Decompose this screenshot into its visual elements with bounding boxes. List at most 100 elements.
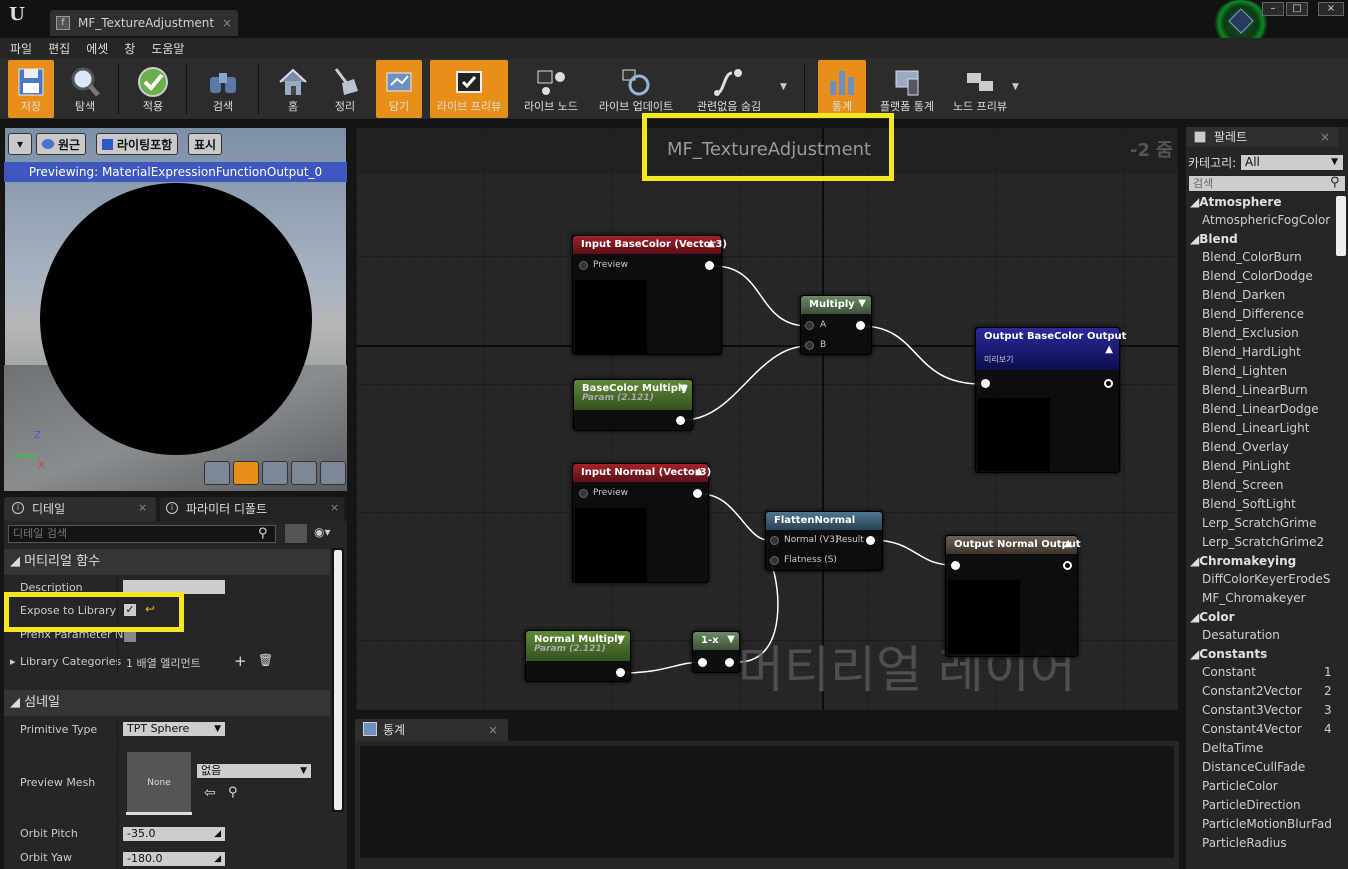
node-output-basecolor[interactable]: Output BaseColor Output ▲ 미리보기 <box>975 327 1126 473</box>
node-flatten-normal[interactable]: FlattenNormal Normal (V3) Result Flatnes… <box>765 511 883 571</box>
viewport-options-icon[interactable]: ▾ <box>8 133 32 155</box>
menu-asset[interactable]: 에셋 <box>86 40 108 57</box>
live-update-button[interactable]: 라이브 업데이트 <box>594 60 678 118</box>
palette-item[interactable]: Constant4Vector <box>1202 722 1302 736</box>
section-thumbnail[interactable]: ◢ 섬네일 <box>4 690 330 716</box>
palette-item[interactable]: Desaturation <box>1202 628 1280 642</box>
collapse-arrow-icon[interactable]: ▲ <box>695 466 703 477</box>
tab-parameter-defaults[interactable]: 파라미터 디폴트 <box>160 497 344 521</box>
search-button[interactable]: 검색 <box>196 60 250 118</box>
palette-item[interactable]: Constant2Vector <box>1202 684 1302 698</box>
cylinder-shape-icon[interactable] <box>204 461 230 485</box>
close-stats-tab-icon[interactable]: × <box>488 719 498 741</box>
teapot-shape-icon[interactable] <box>320 461 346 485</box>
palette-item[interactable]: Blend_Exclusion <box>1202 326 1299 340</box>
menu-file[interactable]: 파일 <box>10 40 32 57</box>
palette-item[interactable]: Constant <box>1202 665 1256 679</box>
palette-item[interactable]: Blend_Lighten <box>1202 364 1287 378</box>
use-selected-arrow-icon[interactable]: ⇦ <box>204 785 216 801</box>
palette-group-constants[interactable]: ◢Constants <box>1190 647 1267 661</box>
palette-item[interactable]: Blend_Overlay <box>1202 440 1289 454</box>
palette-item[interactable]: ParticleRadius <box>1202 836 1287 850</box>
close-params-tab-icon[interactable]: × <box>330 501 339 514</box>
cube-shape-icon[interactable] <box>291 461 317 485</box>
palette-scrollbar-thumb[interactable] <box>1336 196 1346 256</box>
tab-stats[interactable]: 통계 × <box>355 719 508 741</box>
palette-item[interactable]: Blend_ColorBurn <box>1202 250 1302 264</box>
live-nodes-button[interactable]: 라이브 노드 <box>516 60 586 118</box>
mesh-thumbnail[interactable]: None <box>126 751 192 815</box>
category-select[interactable]: All ▼ <box>1240 154 1344 171</box>
close-palette-tab-icon[interactable]: × <box>1320 127 1330 147</box>
tab-details[interactable]: 디테일 <box>4 497 156 521</box>
node-normal-multiply[interactable]: Normal Multiply ▼ Param (2.121) <box>525 630 631 682</box>
home-button[interactable]: 홈 <box>270 60 316 118</box>
collapse-arrow-icon[interactable]: ▲ <box>1064 538 1072 549</box>
collapse-arrow-icon[interactable]: ▲ <box>707 238 715 249</box>
live-preview-button[interactable]: 라이브 프리뷰 <box>430 60 508 118</box>
palette-item[interactable]: Blend_Darken <box>1202 288 1285 302</box>
palette-item[interactable]: Blend_HardLight <box>1202 345 1301 359</box>
platform-stats-button[interactable]: 플랫폼 통계 <box>874 60 940 118</box>
stats-button[interactable]: 통계 <box>818 60 866 118</box>
details-search-input[interactable]: 디테일 검색 <box>8 525 276 543</box>
collapse-arrow-icon[interactable]: ▼ <box>727 634 735 645</box>
perspective-button[interactable]: 원근 <box>36 133 87 155</box>
node-preview-dropdown-icon[interactable]: ▼ <box>1012 82 1019 92</box>
sphere-shape-icon[interactable] <box>233 461 259 485</box>
node-basecolor-multiply[interactable]: BaseColor Multiply ▼ Param (2.121) <box>573 379 693 431</box>
trash-icon[interactable]: 🗑 <box>258 653 273 667</box>
menu-help[interactable]: 도움말 <box>151 40 184 57</box>
node-one-minus[interactable]: 1-x ▼ <box>692 631 740 673</box>
menu-window[interactable]: 창 <box>124 40 135 57</box>
palette-item[interactable]: Blend_LinearBurn <box>1202 383 1308 397</box>
palette-item[interactable]: Blend_Difference <box>1202 307 1304 321</box>
palette-item[interactable]: Lerp_ScratchGrime <box>1202 516 1316 530</box>
minimize-button[interactable]: – <box>1262 2 1284 16</box>
node-multiply[interactable]: Multiply ▼ A B <box>800 295 872 355</box>
collapse-arrow-icon[interactable]: ▼ <box>679 383 687 394</box>
close-tab-icon[interactable]: × <box>222 16 232 30</box>
palette-item[interactable]: Blend_LinearDodge <box>1202 402 1319 416</box>
add-element-icon[interactable]: + <box>234 652 247 670</box>
browse-button[interactable]: 탐색 <box>60 60 110 118</box>
show-button[interactable]: 표시 <box>188 133 223 155</box>
palette-item[interactable]: MF_Chromakeyer <box>1202 591 1306 605</box>
output-pin[interactable] <box>705 261 714 270</box>
palette-item[interactable]: Lerp_ScratchGrime2 <box>1202 535 1324 549</box>
browse-mesh-icon[interactable]: ⚲ <box>228 785 238 800</box>
details-scrollbar-track[interactable] <box>332 548 344 812</box>
node-preview-button[interactable]: 노드 프리뷰 <box>946 60 1014 118</box>
primitive-type-select[interactable]: TPT Sphere ▼ <box>122 721 226 737</box>
node-output-normal[interactable]: Output Normal Output ▲ <box>945 535 1081 657</box>
palette-item[interactable]: ParticleMotionBlurFad <box>1202 817 1332 831</box>
more-dropdown-icon[interactable]: ▼ <box>780 82 787 92</box>
hide-unrelated-button[interactable]: 담기 <box>376 60 422 118</box>
palette-item[interactable]: Blend_SoftLight <box>1202 497 1296 511</box>
palette-item[interactable]: AtmosphericFogColor <box>1202 213 1330 227</box>
palette-group-blend[interactable]: ◢Blend <box>1190 232 1238 246</box>
clean-up-button[interactable]: 정리 <box>322 60 368 118</box>
eye-visibility-icon[interactable]: ◉▾ <box>314 525 331 539</box>
plane-shape-icon[interactable] <box>262 461 288 485</box>
palette-item[interactable]: Blend_LinearLight <box>1202 421 1309 435</box>
grid-view-icon[interactable] <box>284 523 308 544</box>
close-details-tab-icon[interactable]: × <box>138 501 147 514</box>
palette-item[interactable]: Blend_Screen <box>1202 478 1283 492</box>
close-window-button[interactable]: × <box>1318 2 1344 16</box>
section-material-function[interactable]: ◢ 머티리얼 함수 <box>4 549 330 575</box>
palette-item[interactable]: Blend_PinLight <box>1202 459 1290 473</box>
collapse-arrow-icon[interactable]: ▲ <box>1105 344 1113 355</box>
palette-group-atmosphere[interactable]: ◢Atmosphere <box>1190 195 1281 209</box>
tab-palette[interactable]: 팔레트 × <box>1186 127 1338 147</box>
preview-mesh-select[interactable]: 없음 ▼ <box>196 763 312 779</box>
lighting-button[interactable]: 라이팅포함 <box>96 133 179 155</box>
node-input-basecolor[interactable]: Input BaseColor (Vector3) ▲ Preview <box>572 235 727 355</box>
palette-item[interactable]: Constant3Vector <box>1202 703 1302 717</box>
orbit-yaw-field[interactable]: -180.0 ◢ <box>122 851 226 867</box>
palette-search-input[interactable]: 검색 <box>1188 175 1346 192</box>
hide-related-button[interactable]: 관련없음 숨김 <box>686 60 772 118</box>
palette-item[interactable]: ParticleDirection <box>1202 798 1301 812</box>
palette-item[interactable]: DistanceCullFade <box>1202 760 1305 774</box>
apply-button[interactable]: 적용 <box>126 60 180 118</box>
